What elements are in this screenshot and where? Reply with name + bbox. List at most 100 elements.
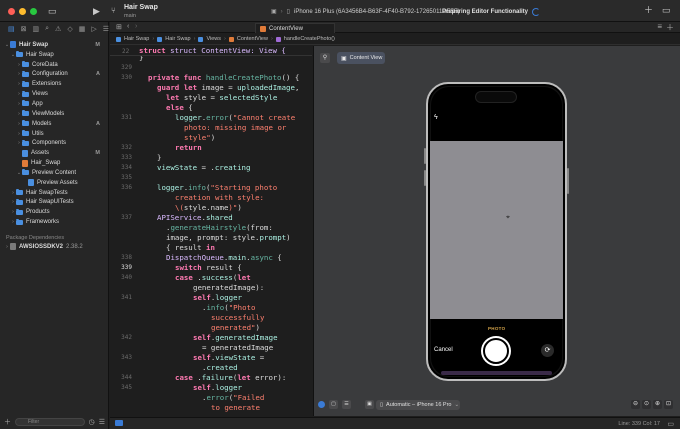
pin-icon[interactable]: ⚲ [320, 53, 330, 63]
code-line[interactable]: let style = selectedStyle [166, 93, 277, 102]
run-destination[interactable]: ▣ › ▯ iPhone 16 Plus (6A3456B4-B63F-4F40… [271, 6, 460, 17]
code-line[interactable]: case .failure(let error): [175, 373, 286, 382]
breakpoint-icon[interactable]: ▷ [91, 25, 96, 33]
selectable-mode-icon[interactable]: ▢ [329, 400, 338, 409]
preview-chip[interactable]: ▣ Content View [337, 52, 385, 64]
sidebar-item-hair-swaptests[interactable]: › Hair SwapTests [0, 188, 109, 198]
code-line[interactable]: switch result { [175, 263, 242, 272]
sidebar-item-coredata[interactable]: › CoreData [0, 60, 109, 70]
code-line[interactable]: logger.info("Starting photo [157, 183, 277, 192]
breadcrumb-item[interactable]: ContentView [237, 36, 268, 42]
code-line[interactable]: photo: missing image or [184, 123, 286, 132]
sidebar-item-hair-swap[interactable]: ⌄ Hair Swap M [0, 40, 109, 50]
live-mode-icon[interactable] [318, 401, 325, 408]
sidebar-item-hair-swapuitests[interactable]: › Hair SwapUITests [0, 198, 109, 208]
sidebar-item-preview-content[interactable]: ⌄ Preview Content [0, 168, 109, 178]
code-line[interactable]: self.logger [193, 383, 242, 392]
device-settings-icon[interactable]: ▣ [365, 400, 374, 409]
forward-icon[interactable]: › [135, 23, 137, 30]
sidebar-item-extensions[interactable]: › Extensions [0, 79, 109, 89]
code-line[interactable]: generatedImage): [193, 283, 264, 292]
cancel-button[interactable]: Cancel [434, 347, 453, 353]
editor-options-icon[interactable]: ≡ [657, 22, 662, 31]
photo-mode-label[interactable]: PHOTO [488, 326, 505, 331]
minimize-window-button[interactable] [19, 8, 26, 15]
code-line[interactable]: APIService.shared [157, 213, 233, 222]
zoom-window-button[interactable] [30, 8, 37, 15]
add-icon[interactable]: ＋ [644, 5, 653, 15]
code-line[interactable]: = generatedImage [202, 343, 273, 352]
variants-icon[interactable]: ☰ [342, 400, 351, 409]
code-line[interactable]: { result in [166, 243, 215, 252]
code-line[interactable]: logger.error("Cannot create [175, 113, 295, 122]
add-editor-icon[interactable]: ＋ [666, 22, 674, 33]
zoom-in-icon[interactable]: ⊕ [653, 400, 662, 409]
code-line[interactable]: image, prompt: style.prompt) [166, 233, 291, 242]
breadcrumb-item[interactable]: Hair Swap [124, 36, 149, 42]
add-file-icon[interactable]: ＋ [4, 417, 11, 427]
preview-device-selector[interactable]: ▯ Automatic – iPhone 16 Pro ⌄ [376, 400, 460, 410]
find-icon[interactable]: ⌕ [45, 25, 49, 33]
code-line[interactable]: self.viewState = [193, 353, 264, 362]
report-icon[interactable]: ☰ [103, 25, 109, 33]
zoom-fit-icon[interactable]: ⊡ [664, 400, 673, 409]
code-line[interactable]: guard let image = uploadedImage, [157, 83, 299, 92]
back-icon[interactable]: ‹ [127, 23, 129, 30]
breadcrumb-item[interactable]: Hair Swap [165, 36, 190, 42]
tab-contentview[interactable]: ContentView [255, 23, 335, 33]
debug-area-toggle-icon[interactable]: ▭ [667, 420, 674, 428]
flip-camera-icon[interactable]: ⟳ [541, 344, 554, 357]
filter-input[interactable]: Filter [15, 417, 85, 426]
symbol-icon[interactable]: ▥ [33, 25, 40, 33]
code-line[interactable]: style") [184, 133, 215, 142]
debug-icon[interactable]: ▦ [79, 25, 86, 33]
sidebar-item-configuration[interactable]: › Configuration A [0, 70, 109, 80]
sidebar-item-utils[interactable]: › Utils [0, 129, 109, 139]
sidebar-item-preview-assets[interactable]: Preview Assets [0, 178, 109, 188]
package-item[interactable]: › AWSIOSSDKV2 2.38.2 [0, 242, 109, 252]
grid-icon[interactable]: ⊞ [116, 23, 122, 31]
code-line[interactable]: to generate [211, 403, 260, 412]
code-line[interactable]: case .success(let [175, 273, 251, 282]
filter-options-icon[interactable]: ☰ [99, 418, 105, 426]
sidebar-item-hair-swap[interactable]: ⌄ Hair Swap [0, 50, 109, 60]
breadcrumb-item[interactable]: Views [206, 36, 221, 42]
folder-nav-icon[interactable]: ▤ [8, 25, 15, 33]
code-line[interactable]: DispatchQueue.main.async { [166, 253, 282, 262]
issue-icon[interactable]: ⚠ [55, 25, 61, 33]
code-line[interactable]: .created [202, 363, 238, 372]
inspector-toggle-icon[interactable]: ▭ [662, 5, 671, 15]
sidebar-item-views[interactable]: › Views [0, 89, 109, 99]
sidebar-item-frameworks[interactable]: › Frameworks [0, 217, 109, 227]
camera-viewfinder[interactable] [430, 141, 563, 319]
code-line[interactable]: } [157, 153, 161, 162]
sidebar-item-components[interactable]: › Components [0, 139, 109, 149]
code-line[interactable]: .generateHairstyle(from: [166, 223, 273, 232]
code-line[interactable]: else { [166, 103, 193, 112]
code-line[interactable]: creation with style: [175, 193, 264, 202]
source-control-icon[interactable]: ⊠ [21, 25, 27, 33]
code-line[interactable]: return [175, 143, 202, 152]
sidebar-toggle-icon[interactable]: ▭ [48, 6, 57, 16]
sidebar-item-models[interactable]: › Models A [0, 119, 109, 129]
close-window-button[interactable] [8, 8, 15, 15]
code-editor[interactable]: } private func handleCreatePhoto() {guard… [136, 46, 312, 416]
sidebar-item-products[interactable]: › Products [0, 207, 109, 217]
shutter-button[interactable] [483, 338, 509, 364]
zoom-out-icon[interactable]: ⊖ [631, 400, 640, 409]
breadcrumb-item[interactable]: handleCreatePhoto() [284, 36, 335, 42]
project-name[interactable]: Hair Swap [124, 4, 158, 11]
code-line[interactable]: self.logger [193, 293, 242, 302]
zoom-actual-icon[interactable]: ⊙ [642, 400, 651, 409]
sidebar-item-assets[interactable]: Assets M [0, 148, 109, 158]
code-line[interactable]: \(style.name)") [175, 203, 242, 212]
flash-icon[interactable]: ϟ [434, 114, 438, 121]
test-icon[interactable]: ◇ [67, 25, 72, 33]
code-line[interactable]: .error("Failed [202, 393, 264, 402]
code-line[interactable]: self.generatedImage [193, 333, 278, 342]
run-icon[interactable]: ▶ [93, 6, 100, 16]
code-line[interactable]: .info("Photo [202, 303, 255, 312]
code-line[interactable]: generated") [211, 323, 260, 332]
code-line[interactable]: successfully [211, 313, 264, 322]
recent-files-icon[interactable]: ◷ [89, 418, 95, 426]
